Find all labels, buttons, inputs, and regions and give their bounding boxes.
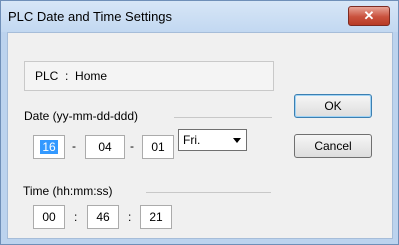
time-separator-2: : — [128, 210, 132, 224]
date-separator-2: - — [130, 139, 134, 153]
date-day-field[interactable]: 01 — [142, 135, 174, 159]
cancel-button-label: Cancel — [314, 139, 352, 153]
plc-label: PLC — [35, 69, 59, 83]
date-month-field[interactable]: 04 — [85, 135, 125, 159]
time-minute-value: 46 — [96, 210, 110, 224]
weekday-value: Fri. — [183, 133, 201, 147]
date-group-divider — [174, 117, 272, 118]
time-hour-field[interactable]: 00 — [33, 205, 65, 229]
cancel-button[interactable]: Cancel — [294, 134, 372, 158]
window-title: PLC Date and Time Settings — [8, 9, 173, 24]
date-group-label: Date (yy-mm-dd-ddd) — [24, 109, 143, 123]
time-group-label: Time (hh:mm:ss) — [23, 184, 117, 198]
plc-separator: : — [65, 69, 69, 83]
chevron-down-icon — [233, 138, 241, 143]
time-second-value: 21 — [149, 210, 163, 224]
date-day-value: 01 — [151, 140, 165, 154]
title-bar: PLC Date and Time Settings ✕ — [1, 1, 398, 32]
plc-info-text: PLC : Home — [35, 69, 107, 83]
close-button[interactable]: ✕ — [348, 6, 390, 26]
ok-button-label: OK — [324, 99, 342, 113]
plc-info-box: PLC : Home — [24, 61, 274, 91]
time-group-divider — [146, 192, 271, 193]
time-second-field[interactable]: 21 — [140, 205, 172, 229]
plc-value: Home — [75, 69, 108, 83]
dialog-window: PLC Date and Time Settings ✕ PLC : Home … — [0, 0, 399, 245]
weekday-dropdown[interactable]: Fri. — [178, 129, 247, 151]
date-year-field[interactable]: 16 — [33, 135, 65, 159]
time-separator-1: : — [74, 210, 78, 224]
close-icon: ✕ — [363, 8, 375, 23]
time-minute-field[interactable]: 46 — [87, 205, 119, 229]
date-separator-1: - — [72, 139, 76, 153]
date-year-value: 16 — [40, 140, 58, 154]
date-month-value: 04 — [98, 140, 112, 154]
time-hour-value: 00 — [42, 210, 56, 224]
ok-button[interactable]: OK — [294, 94, 372, 118]
